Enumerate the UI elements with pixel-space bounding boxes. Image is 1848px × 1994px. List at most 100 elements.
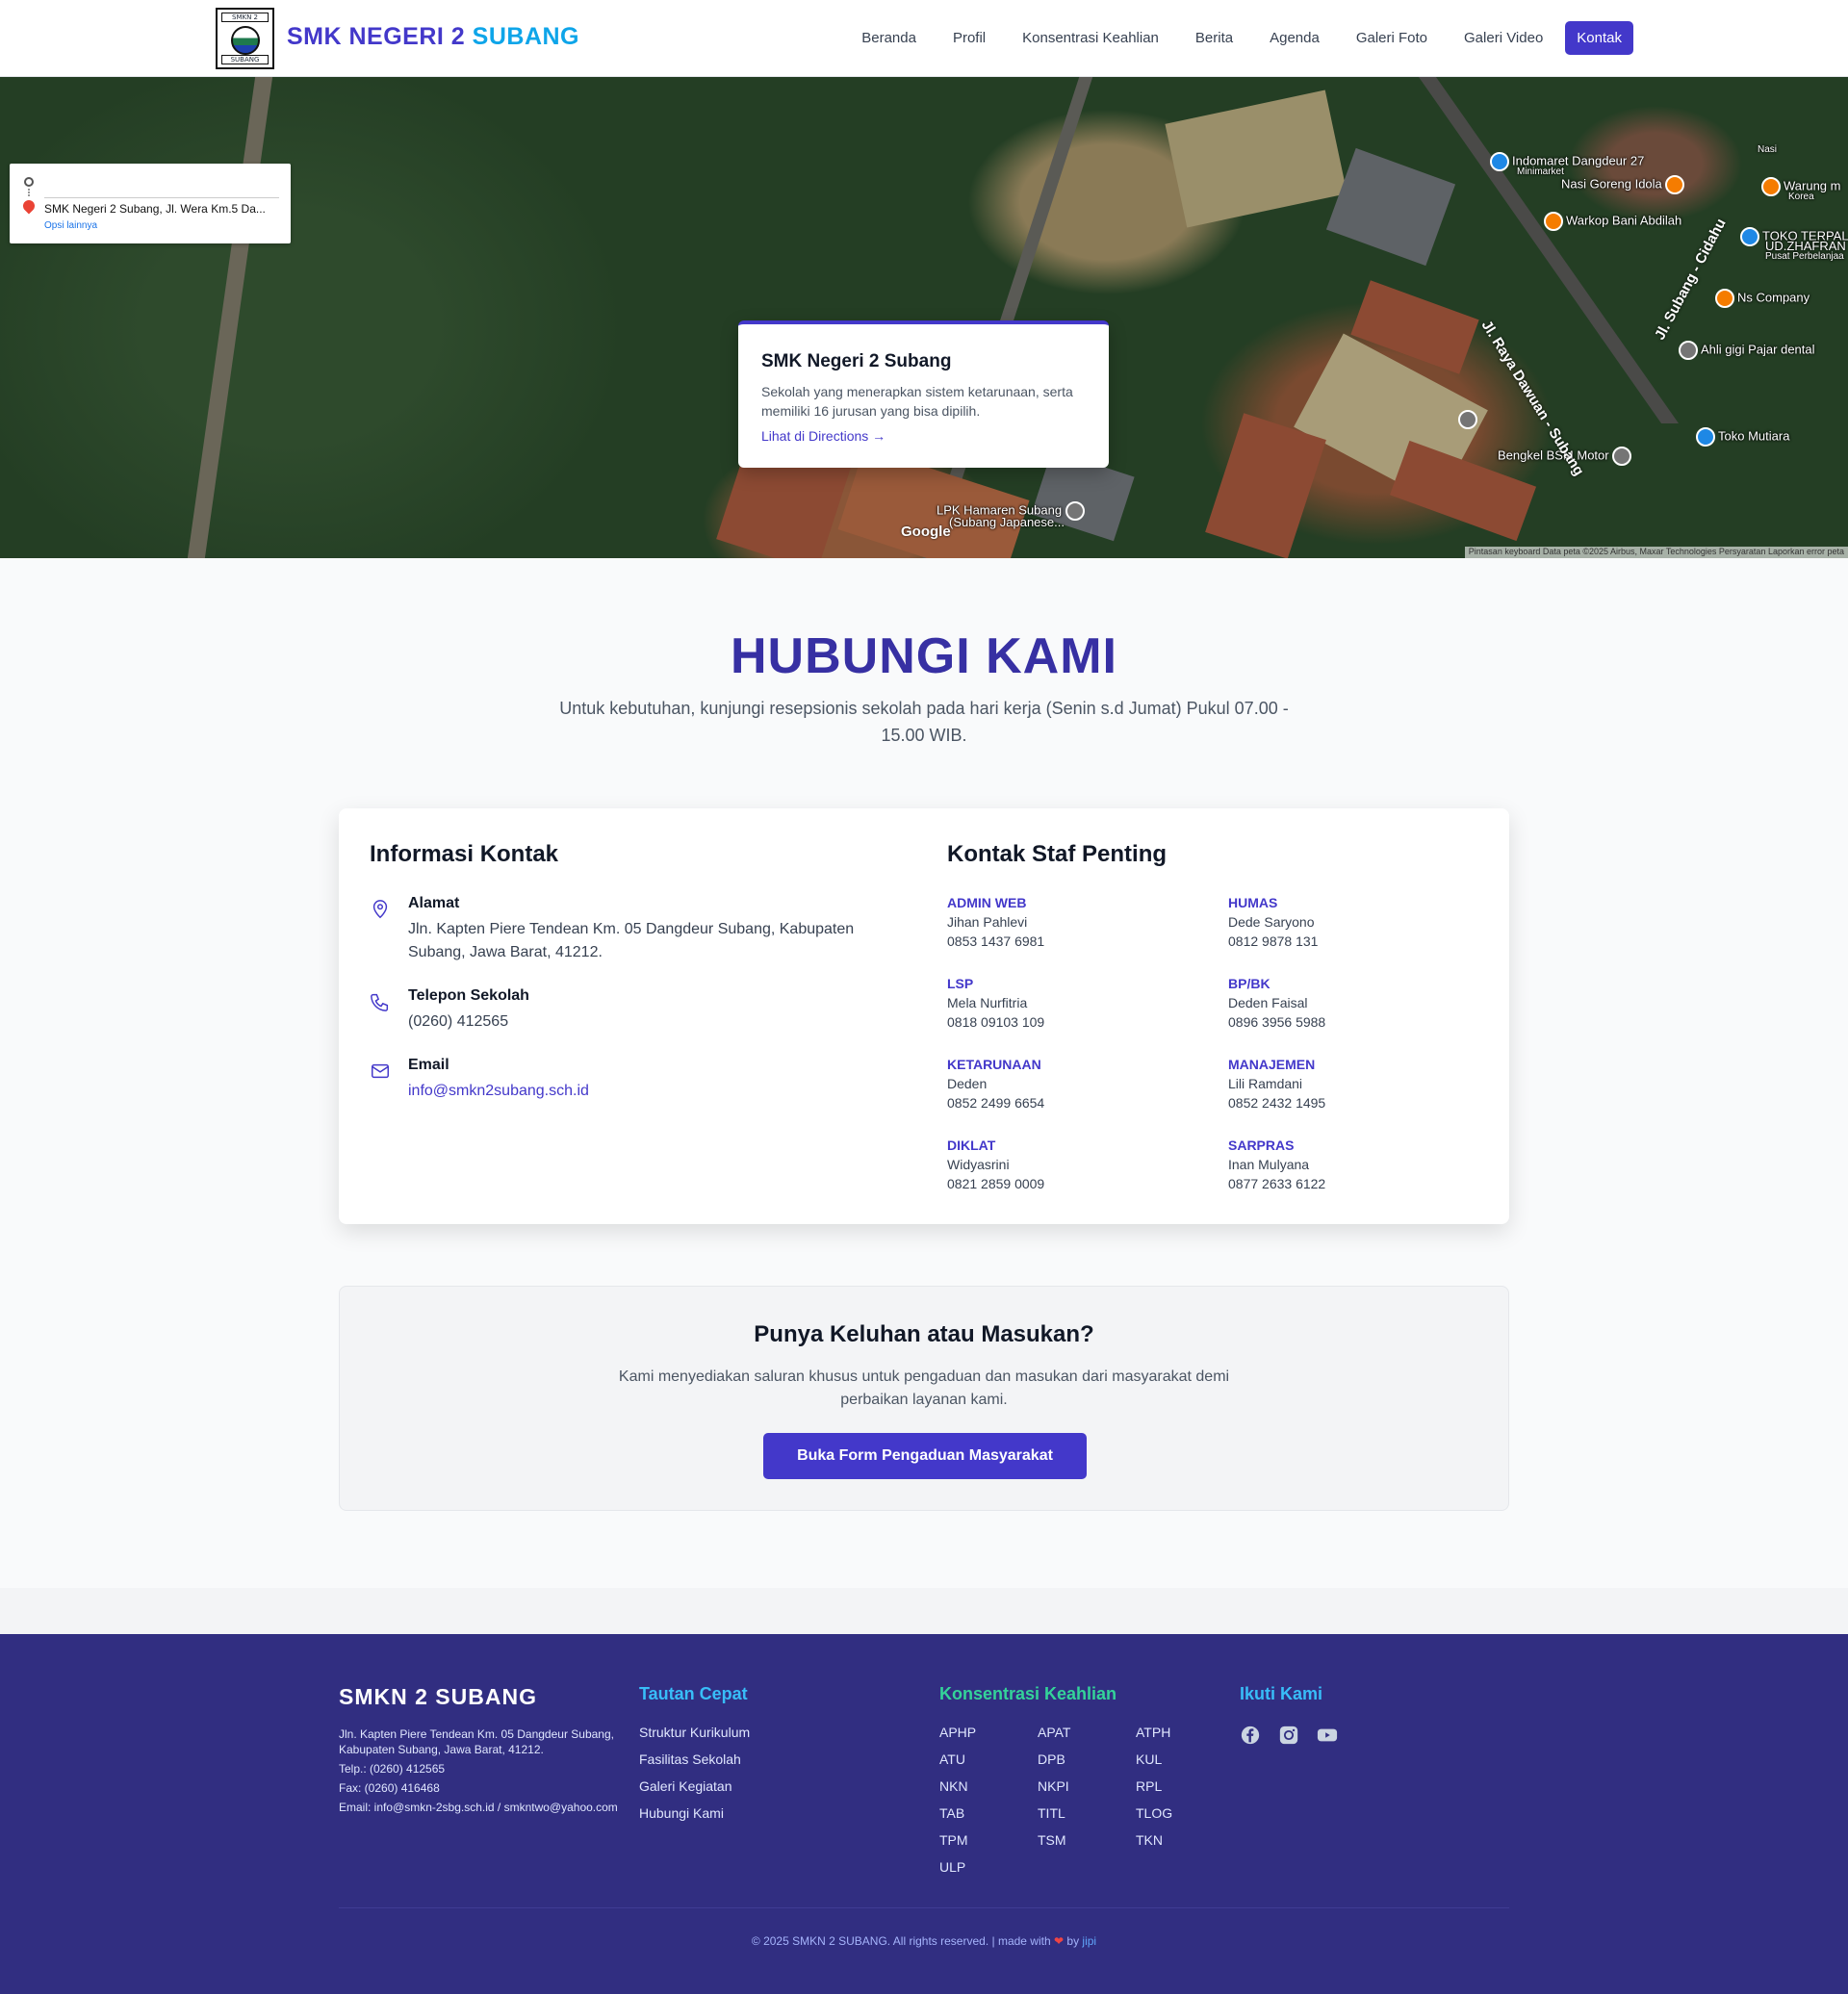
- staff-name: Dede Saryono: [1228, 914, 1315, 930]
- open-complaint-form-button[interactable]: Buka Form Pengaduan Masyarakat: [763, 1433, 1087, 1479]
- phone-value: (0260) 412565: [408, 1013, 509, 1030]
- email-link[interactable]: info@smkn2subang.sch.id: [408, 1080, 909, 1103]
- navbar: SMKN 2 SUBANG SMK NEGERI 2 SUBANG Berand…: [0, 0, 1848, 77]
- destination-pin-icon: [20, 197, 38, 215]
- street-cidahu: Jl. Subang - Cidahu: [1652, 216, 1730, 343]
- staff-bpbk: BP/BK Deden Faisal 0896 3956 5988: [1228, 976, 1478, 1032]
- poi-nasi-goreng[interactable]: Nasi Goreng Idola: [1561, 175, 1687, 194]
- footer-phone: Telp.: (0260) 412565: [339, 1762, 446, 1776]
- staff-role: KETARUNAAN: [947, 1057, 1041, 1072]
- poi-indomaret[interactable]: Indomaret Dangdeur 27: [1490, 152, 1644, 171]
- menu-kontak[interactable]: Kontak: [1565, 21, 1633, 55]
- staff-role: ADMIN WEB: [947, 895, 1027, 910]
- konsentrasi-item[interactable]: TPM: [939, 1832, 1038, 1848]
- menu-berita[interactable]: Berita: [1177, 21, 1251, 55]
- konsentrasi-item[interactable]: NKN: [939, 1778, 1038, 1794]
- logo-bottom-text: SUBANG: [221, 55, 269, 64]
- menu-profil[interactable]: Profil: [935, 21, 1004, 55]
- footer-social: [1240, 1725, 1338, 1746]
- restaurant-icon: [1665, 175, 1685, 194]
- poi-warkop[interactable]: Warkop Bani Abdilah: [1544, 212, 1681, 231]
- map-attribution[interactable]: Pintasan keyboard Data peta ©2025 Airbus…: [1464, 547, 1848, 558]
- menu-konsentrasi-keahlian[interactable]: Konsentrasi Keahlian: [1004, 21, 1177, 55]
- konsentrasi-item[interactable]: KUL: [1136, 1751, 1234, 1767]
- poi-school-marker[interactable]: [1458, 410, 1480, 429]
- footer-link-struktur[interactable]: Struktur Kurikulum: [639, 1725, 750, 1740]
- konsentrasi-item[interactable]: NKPI: [1038, 1778, 1136, 1794]
- staff-heading: Kontak Staf Penting: [947, 841, 1168, 867]
- footer: SMKN 2 SUBANG Jln. Kapten Piere Tendean …: [0, 1634, 1848, 1994]
- footer-quick-title: Tautan Cepat: [639, 1684, 748, 1703]
- konsentrasi-item[interactable]: RPL: [1136, 1778, 1234, 1794]
- map-field-top: [1165, 89, 1348, 228]
- menu-galeri-foto[interactable]: Galeri Foto: [1338, 21, 1446, 55]
- konsentrasi-item[interactable]: TSM: [1038, 1832, 1136, 1848]
- poi-ns-company[interactable]: Ns Company: [1715, 289, 1810, 308]
- footer-link-fasilitas[interactable]: Fasilitas Sekolah: [639, 1751, 750, 1767]
- staff-diklat: DIKLAT Widyasrini 0821 2859 0009: [947, 1138, 1197, 1193]
- school-logo[interactable]: SMKN 2 SUBANG: [216, 8, 274, 69]
- poi-lpk-sub: (Subang Japanese...: [949, 515, 1065, 529]
- school-icon-2: [1065, 501, 1085, 521]
- poi-toko-mutiara[interactable]: Toko Mutiara: [1696, 427, 1789, 447]
- origin-circle-icon: [24, 177, 34, 187]
- staff-phone: 0812 9878 131: [1228, 933, 1319, 949]
- staff-role: MANAJEMEN: [1228, 1057, 1316, 1072]
- brand-name[interactable]: SMK NEGERI 2 SUBANG: [287, 23, 579, 51]
- shop-icon: [1490, 152, 1509, 171]
- konsentrasi-item[interactable]: TAB: [939, 1805, 1038, 1821]
- page-title: HUBUNGI KAMI: [731, 628, 1117, 684]
- map-info-card: SMK Negeri 2 Subang Sekolah yang menerap…: [738, 320, 1109, 468]
- konsentrasi-item[interactable]: APAT: [1038, 1725, 1136, 1740]
- staff-lsp: LSP Mela Nurfitria 0818 09103 109: [947, 976, 1197, 1032]
- konsentrasi-item[interactable]: ULP: [939, 1859, 1038, 1875]
- staff-name: Jihan Pahlevi: [947, 914, 1028, 930]
- instagram-icon[interactable]: [1278, 1725, 1299, 1746]
- staff-phone: 0877 2633 6122: [1228, 1176, 1326, 1191]
- footer-address-block: Jln. Kapten Piere Tendean Km. 05 Dangdeu…: [339, 1726, 618, 1819]
- directions-more-options[interactable]: Opsi lainnya: [44, 220, 97, 231]
- footer-link-galeri[interactable]: Galeri Kegiatan: [639, 1778, 750, 1794]
- footer-divider: [339, 1907, 1509, 1908]
- staff-name: Deden Faisal: [1228, 995, 1308, 1010]
- konsentrasi-item[interactable]: ATPH: [1136, 1725, 1234, 1740]
- phone-icon: [371, 993, 389, 1011]
- directions-destination[interactable]: SMK Negeri 2 Subang, Jl. Wera Km.5 Da...: [44, 202, 281, 216]
- youtube-icon[interactable]: [1317, 1725, 1338, 1746]
- contact-card: Informasi Kontak Alamat Jln. Kapten Pier…: [339, 808, 1509, 1224]
- poi-ahli-gigi[interactable]: Ahli gigi Pajar dental: [1679, 341, 1815, 360]
- footer-link-hubungi[interactable]: Hubungi Kami: [639, 1805, 750, 1821]
- map-embed[interactable]: SMK Negeri 2 Subang, Jl. Wera Km.5 Da...…: [0, 77, 1848, 558]
- menu-beranda[interactable]: Beranda: [843, 21, 935, 55]
- poi-minimarket-label: Minimarket: [1517, 166, 1564, 177]
- footer-email: Email: info@smkn-2sbg.sch.id / smkntwo@y…: [339, 1801, 618, 1814]
- map-road-river: [187, 77, 273, 558]
- konsentrasi-item[interactable]: APHP: [939, 1725, 1038, 1740]
- staff-phone: 0853 1437 6981: [947, 933, 1045, 949]
- footer-konsentrasi-title: Konsentrasi Keahlian: [939, 1684, 1117, 1703]
- konsentrasi-item[interactable]: DPB: [1038, 1751, 1136, 1767]
- staff-name: Lili Ramdani: [1228, 1076, 1303, 1091]
- konsentrasi-item[interactable]: ATU: [939, 1751, 1038, 1767]
- menu-galeri-video[interactable]: Galeri Video: [1446, 21, 1561, 55]
- mail-icon: [372, 1063, 389, 1079]
- menu-agenda[interactable]: Agenda: [1251, 21, 1338, 55]
- location-icon-2: [1612, 447, 1632, 466]
- copyright-text: © 2025 SMKN 2 SUBANG. All rights reserve…: [751, 1934, 1051, 1948]
- konsentrasi-item[interactable]: TKN: [1136, 1832, 1234, 1848]
- map-card-desc: Sekolah yang menerapkan sistem ketarunaa…: [761, 384, 1073, 419]
- cafe-icon: [1544, 212, 1563, 231]
- staff-humas: HUMAS Dede Saryono 0812 9878 131: [1228, 895, 1478, 951]
- store-icon: [1696, 427, 1715, 447]
- directions-box[interactable]: SMK Negeri 2 Subang, Jl. Wera Km.5 Da...…: [10, 164, 291, 243]
- map-card-directions-link[interactable]: Lihat di Directions →: [761, 428, 886, 444]
- konsentrasi-item[interactable]: TLOG: [1136, 1805, 1234, 1821]
- shopping-icon: [1740, 227, 1759, 246]
- author-link[interactable]: jipi: [1082, 1934, 1096, 1948]
- staff-phone: 0852 2432 1495: [1228, 1095, 1326, 1111]
- staff-manajemen: MANAJEMEN Lili Ramdani 0852 2432 1495: [1228, 1057, 1478, 1112]
- staff-name: Inan Mulyana: [1228, 1157, 1310, 1172]
- konsentrasi-item[interactable]: TITL: [1038, 1805, 1136, 1821]
- facebook-icon[interactable]: [1240, 1725, 1261, 1746]
- school-icon: [1458, 410, 1477, 429]
